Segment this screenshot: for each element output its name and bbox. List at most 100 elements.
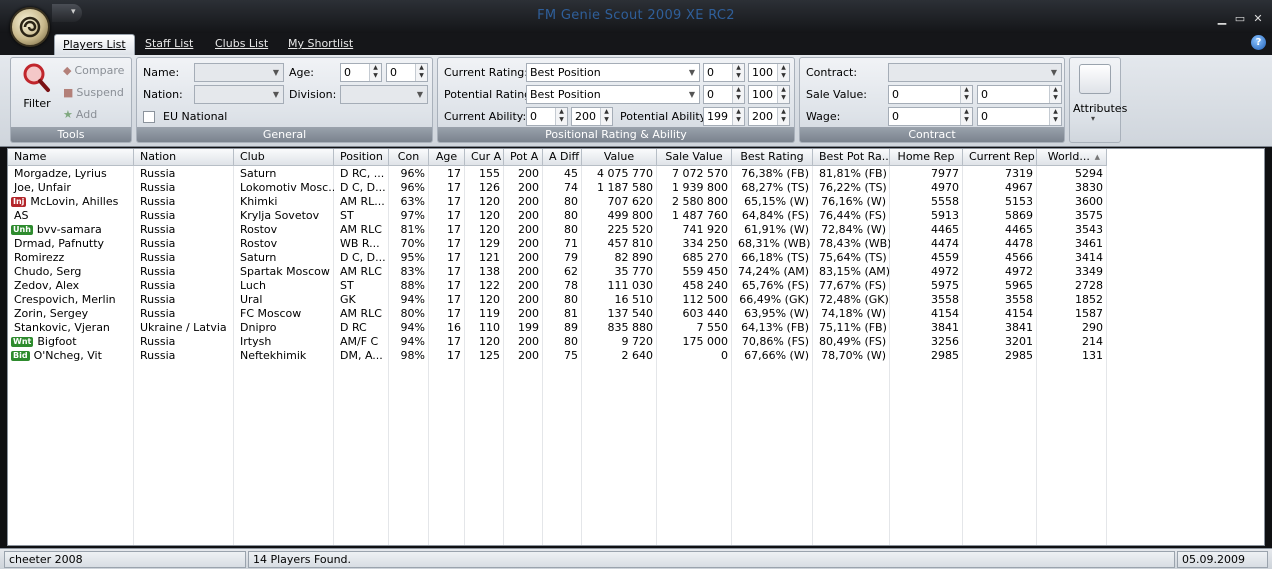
pa-max-spinner[interactable]: 200 ▲ ▼ (748, 107, 790, 126)
filter-button[interactable]: Filter (19, 62, 55, 118)
suspend-label: Suspend (76, 86, 124, 99)
tab-players-list[interactable]: Players List (54, 34, 135, 55)
table-row[interactable]: Zedov, Alex Russia Luch ST 88% 17 122 200 78 111 … (8, 279, 1107, 293)
spinner-arrows-icon[interactable]: ▲ ▼ (415, 64, 427, 81)
column-header-nation[interactable]: Nation (134, 149, 234, 166)
column-header-name[interactable]: Name (8, 149, 134, 166)
table-row[interactable]: Morgadze, Lyrius Russia Saturn D RC, ... 96%… (8, 167, 1107, 181)
wage-min-spinner[interactable]: 0 ▲ ▼ (888, 107, 973, 126)
column-header-pota[interactable]: Pot A (504, 149, 543, 166)
potential-rating-combo[interactable]: Best Position ▼ (526, 85, 700, 104)
name-combo[interactable]: ▼ (194, 63, 284, 82)
table-row[interactable]: Romirezz Russia Saturn D C, D... 95% 17 121 200… (8, 251, 1107, 265)
column-header-world[interactable]: World... ▲ (1037, 149, 1107, 166)
cell-text: 65,76% (FS) (741, 279, 809, 292)
cell-text: FC Moscow (240, 307, 302, 320)
division-label: Division: (289, 88, 337, 101)
cell-con: 96% (389, 167, 429, 181)
column-header-adiff[interactable]: A Diff (543, 149, 582, 166)
division-combo[interactable]: ▼ (340, 85, 428, 104)
table-row[interactable]: Stankovic, Vjeran Ukraine / Latvia Dnipro D… (8, 321, 1107, 335)
spinner-arrows-icon[interactable]: ▲ ▼ (1049, 108, 1061, 125)
tab-clubs-list[interactable]: Clubs List (215, 34, 268, 55)
column-header-position[interactable]: Position (334, 149, 389, 166)
cell-text: Luch (240, 279, 266, 292)
table-row[interactable]: Unh bvv-samara Russia Rostov AM RLC 81% 17 120 2… (8, 223, 1107, 237)
column-header-sale[interactable]: Sale Value (657, 149, 732, 166)
app-orb-button[interactable] (10, 7, 50, 47)
spinner-arrows-icon[interactable]: ▲ ▼ (369, 64, 381, 81)
table-row[interactable]: Joe, Unfair Russia Lokomotiv Mosc... D C, D… (8, 181, 1107, 195)
cell-text: 3575 (1075, 209, 1103, 222)
cr-max-spinner[interactable]: 100 ▲ ▼ (748, 63, 790, 82)
column-header-home[interactable]: Home Rep (890, 149, 963, 166)
sale-value-min-spinner[interactable]: 0 ▲ ▼ (888, 85, 973, 104)
table-row[interactable]: AS Russia Krylja Sovetov ST 97% 17 120 200 80 499… (8, 209, 1107, 223)
table-row[interactable]: Crespovich, Merlin Russia Ural GK 94% 17 120 20… (8, 293, 1107, 307)
pa-min-spinner[interactable]: 199 ▲ ▼ (703, 107, 745, 126)
close-icon[interactable]: ✕ (1252, 13, 1264, 25)
spinner-arrows-icon[interactable]: ▲ ▼ (1049, 86, 1061, 103)
table-row[interactable]: Zorin, Sergey Russia FC Moscow AM RLC 80% 17 1… (8, 307, 1107, 321)
pr-max-spinner[interactable]: 100 ▲ ▼ (748, 85, 790, 104)
attributes-button[interactable]: Attributes ▾ (1069, 57, 1127, 143)
ca-min-spinner[interactable]: 0 ▲ ▼ (526, 107, 568, 126)
spinner-arrows-icon[interactable]: ▲ ▼ (777, 86, 789, 103)
wage-max-spinner[interactable]: 0 ▲ ▼ (977, 107, 1062, 126)
age-min-spinner[interactable]: 0 ▲ ▼ (340, 63, 382, 82)
spinner-arrows-icon[interactable]: ▲ ▼ (600, 108, 612, 125)
column-header-cura[interactable]: Cur A (465, 149, 504, 166)
spinner-arrows-icon[interactable]: ▲ ▼ (732, 108, 744, 125)
column-header-best[interactable]: Best Rating (732, 149, 813, 166)
column-header-bestpot[interactable]: Best Pot Ra... (813, 149, 890, 166)
ca-max-spinner[interactable]: 200 ▲ ▼ (571, 107, 613, 126)
sale-value-label: Sale Value: (806, 88, 867, 101)
current-rating-combo[interactable]: Best Position ▼ (526, 63, 700, 82)
spinner-arrows-icon[interactable]: ▲ ▼ (555, 108, 567, 125)
spinner-arrows-icon[interactable]: ▲ ▼ (960, 108, 972, 125)
spinner-arrows-icon[interactable]: ▲ ▼ (732, 64, 744, 81)
spinner-arrows-icon[interactable]: ▲ ▼ (777, 64, 789, 81)
cell-club: Dnipro (234, 321, 334, 335)
suspend-button[interactable]: ■ Suspend (63, 86, 124, 99)
spinner-arrows-icon[interactable]: ▲ ▼ (777, 108, 789, 125)
column-header-cur[interactable]: Current Rep (963, 149, 1037, 166)
table-row[interactable]: Chudo, Serg Russia Spartak Moscow AM RLC 83%… (8, 265, 1107, 279)
pr-min-spinner[interactable]: 0 ▲ ▼ (703, 85, 745, 104)
cell-home: 3256 (890, 335, 963, 349)
cell-best: 68,27% (TS) (732, 181, 813, 195)
nation-combo[interactable]: ▼ (194, 85, 284, 104)
restore-icon[interactable]: ▭ (1234, 13, 1246, 25)
potential-ability-label: Potential Ability: (620, 110, 710, 123)
column-header-club[interactable]: Club (234, 149, 334, 166)
contract-combo[interactable]: ▼ (888, 63, 1062, 82)
eu-national-checkbox[interactable] (143, 111, 155, 123)
cell-text: 200 (518, 279, 539, 292)
tab-staff-list[interactable]: Staff List (145, 34, 193, 55)
cell-text: Russia (140, 195, 176, 208)
age-max-spinner[interactable]: 0 ▲ ▼ (386, 63, 428, 82)
cell-text: 74,18% (W) (821, 307, 886, 320)
cell-text: Irtysh (240, 335, 272, 348)
spinner-arrows-icon[interactable]: ▲ ▼ (732, 86, 744, 103)
help-icon[interactable]: ? (1251, 35, 1266, 50)
compare-button[interactable]: ◆ Compare (63, 64, 124, 77)
table-row[interactable]: Bid O'Ncheg, Vit Russia Neftekhimik DM, A...… (8, 349, 1107, 363)
column-header-age[interactable]: Age (429, 149, 465, 166)
minimize-icon[interactable]: ▁ (1216, 13, 1228, 25)
quick-access-menu[interactable]: ▾ (52, 4, 82, 22)
column-header-value[interactable]: Value (582, 149, 657, 166)
cell-age: 16 (429, 321, 465, 335)
cell-text: Neftekhimik (240, 349, 307, 362)
tab-my-shortlist[interactable]: My Shortlist (288, 34, 353, 55)
sale-value-max-spinner[interactable]: 0 ▲ ▼ (977, 85, 1062, 104)
table-row[interactable]: Inj McLovin, Ahilles Russia Khimki AM RL... 6… (8, 195, 1107, 209)
add-button[interactable]: ★ Add (63, 108, 97, 121)
column-header-con[interactable]: Con (389, 149, 429, 166)
table-row[interactable]: Wnt Bigfoot Russia Irtysh AM/F C 94% 17 120 200 8… (8, 335, 1107, 349)
spinner-arrows-icon[interactable]: ▲ ▼ (960, 86, 972, 103)
cell-position: ST (334, 279, 389, 293)
cr-min-spinner[interactable]: 0 ▲ ▼ (703, 63, 745, 82)
cell-text: 80 (564, 335, 578, 348)
table-row[interactable]: Drmad, Pafnutty Russia Rostov WB R... 70% 17 1… (8, 237, 1107, 251)
